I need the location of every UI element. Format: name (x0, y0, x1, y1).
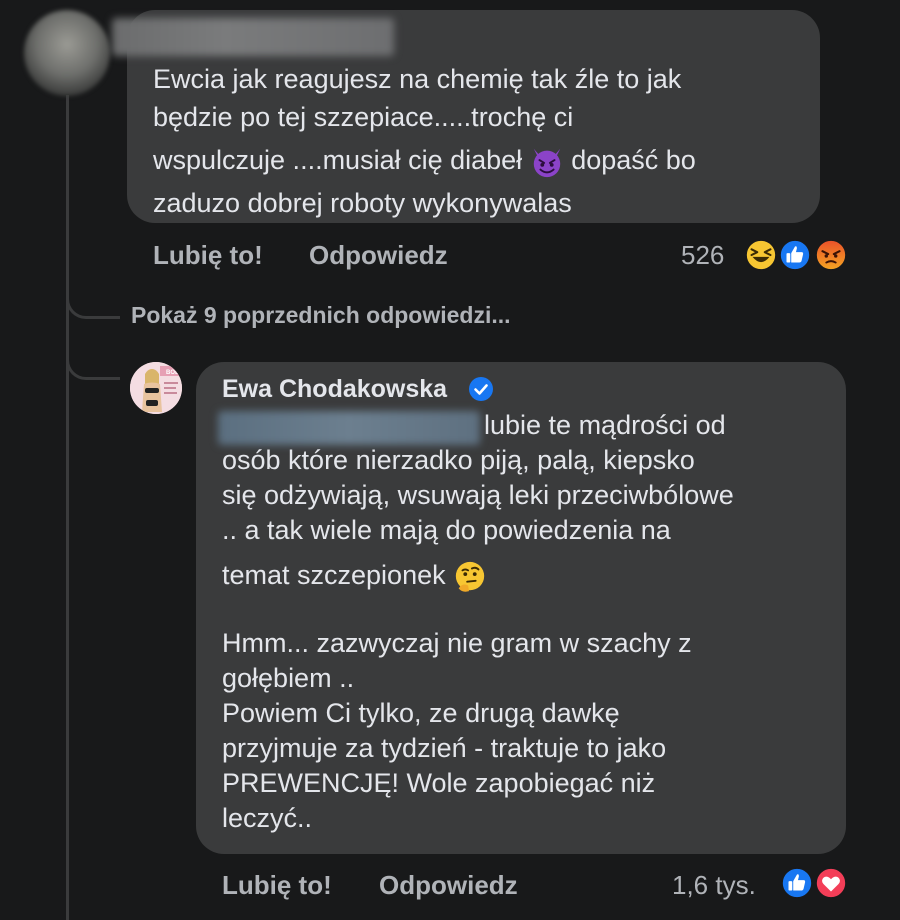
like-icon[interactable] (780, 866, 814, 900)
comment-line: leczyć.. (222, 803, 313, 833)
comment-line: lubie te mądrości od (484, 410, 726, 440)
reaction-count[interactable]: 1,6 tys. (672, 870, 756, 901)
reply-button[interactable]: Odpowiedz (379, 870, 518, 901)
reply-button[interactable]: Odpowiedz (309, 240, 448, 271)
thinking-face-emoji (455, 561, 485, 592)
comment-line: .. a tak wiele mają do powiedzenia na (222, 515, 671, 545)
comment-line: gołębiem .. (222, 663, 355, 693)
comment-line-part: temat szczepionek (222, 560, 446, 590)
avatar-blurred[interactable] (24, 10, 110, 96)
avatar[interactable]: BODY (130, 362, 182, 414)
comment-line: temat szczepionek (222, 548, 832, 596)
svg-text:BODY: BODY (166, 370, 182, 376)
comment-line: Hmm... zazwyczaj nie gram w szachy z (222, 628, 692, 658)
avatar-image: BODY (130, 362, 182, 414)
devil-face-emoji (533, 148, 560, 177)
laughing-emoji[interactable] (744, 238, 778, 272)
comment-line: się odżywiają, wsuwają leki przeciwbólow… (222, 480, 734, 510)
comment-line: osób które nierzadko piją, palą, kiepsko (222, 445, 695, 475)
author-name[interactable]: Ewa Chodakowska (222, 375, 447, 404)
comment-line: zaduzo dobrej roboty wykonywalas (153, 188, 572, 218)
verified-badge-icon (469, 377, 493, 401)
reaction-count[interactable]: 526 (681, 240, 724, 271)
comment-text: Ewcia jak reagujesz na chemię tak źle to… (153, 60, 803, 222)
love-icon[interactable] (814, 866, 848, 900)
comment-line-part: wspulczuje ....musiał cię diabeł (153, 145, 523, 175)
thread-branch-line (66, 352, 120, 380)
like-icon[interactable] (778, 238, 812, 272)
comment-line: PREWENCJĘ! Wole zapobiegać niż (222, 768, 656, 798)
comment-thread: Ewcia jak reagujesz na chemię tak źle to… (0, 0, 900, 920)
comment-line: przyjmuje za tydzień - traktuje to jako (222, 733, 667, 763)
like-button[interactable]: Lubię to! (222, 870, 332, 901)
comment-line: będzie po tej szzepiace.....trochę ci (153, 102, 574, 132)
comment-text: lubie te mądrości od osób które nierzadk… (222, 408, 832, 836)
like-button[interactable]: Lubię to! (153, 240, 263, 271)
angry-emoji[interactable] (814, 238, 848, 272)
comment-line: wspulczuje ....musiał cię diabeł dopaść … (153, 136, 803, 184)
thread-branch-line (66, 291, 120, 319)
comment-line: Powiem Ci tylko, ze drugą dawkę (222, 698, 620, 728)
thread-connector-line (66, 95, 69, 920)
comment-line: Ewcia jak reagujesz na chemię tak źle to… (153, 64, 682, 94)
comment-line-part: dopaść bo (571, 145, 696, 175)
author-name-redacted[interactable] (112, 18, 394, 56)
show-previous-replies-link[interactable]: Pokaż 9 poprzednich odpowiedzi... (131, 302, 511, 329)
